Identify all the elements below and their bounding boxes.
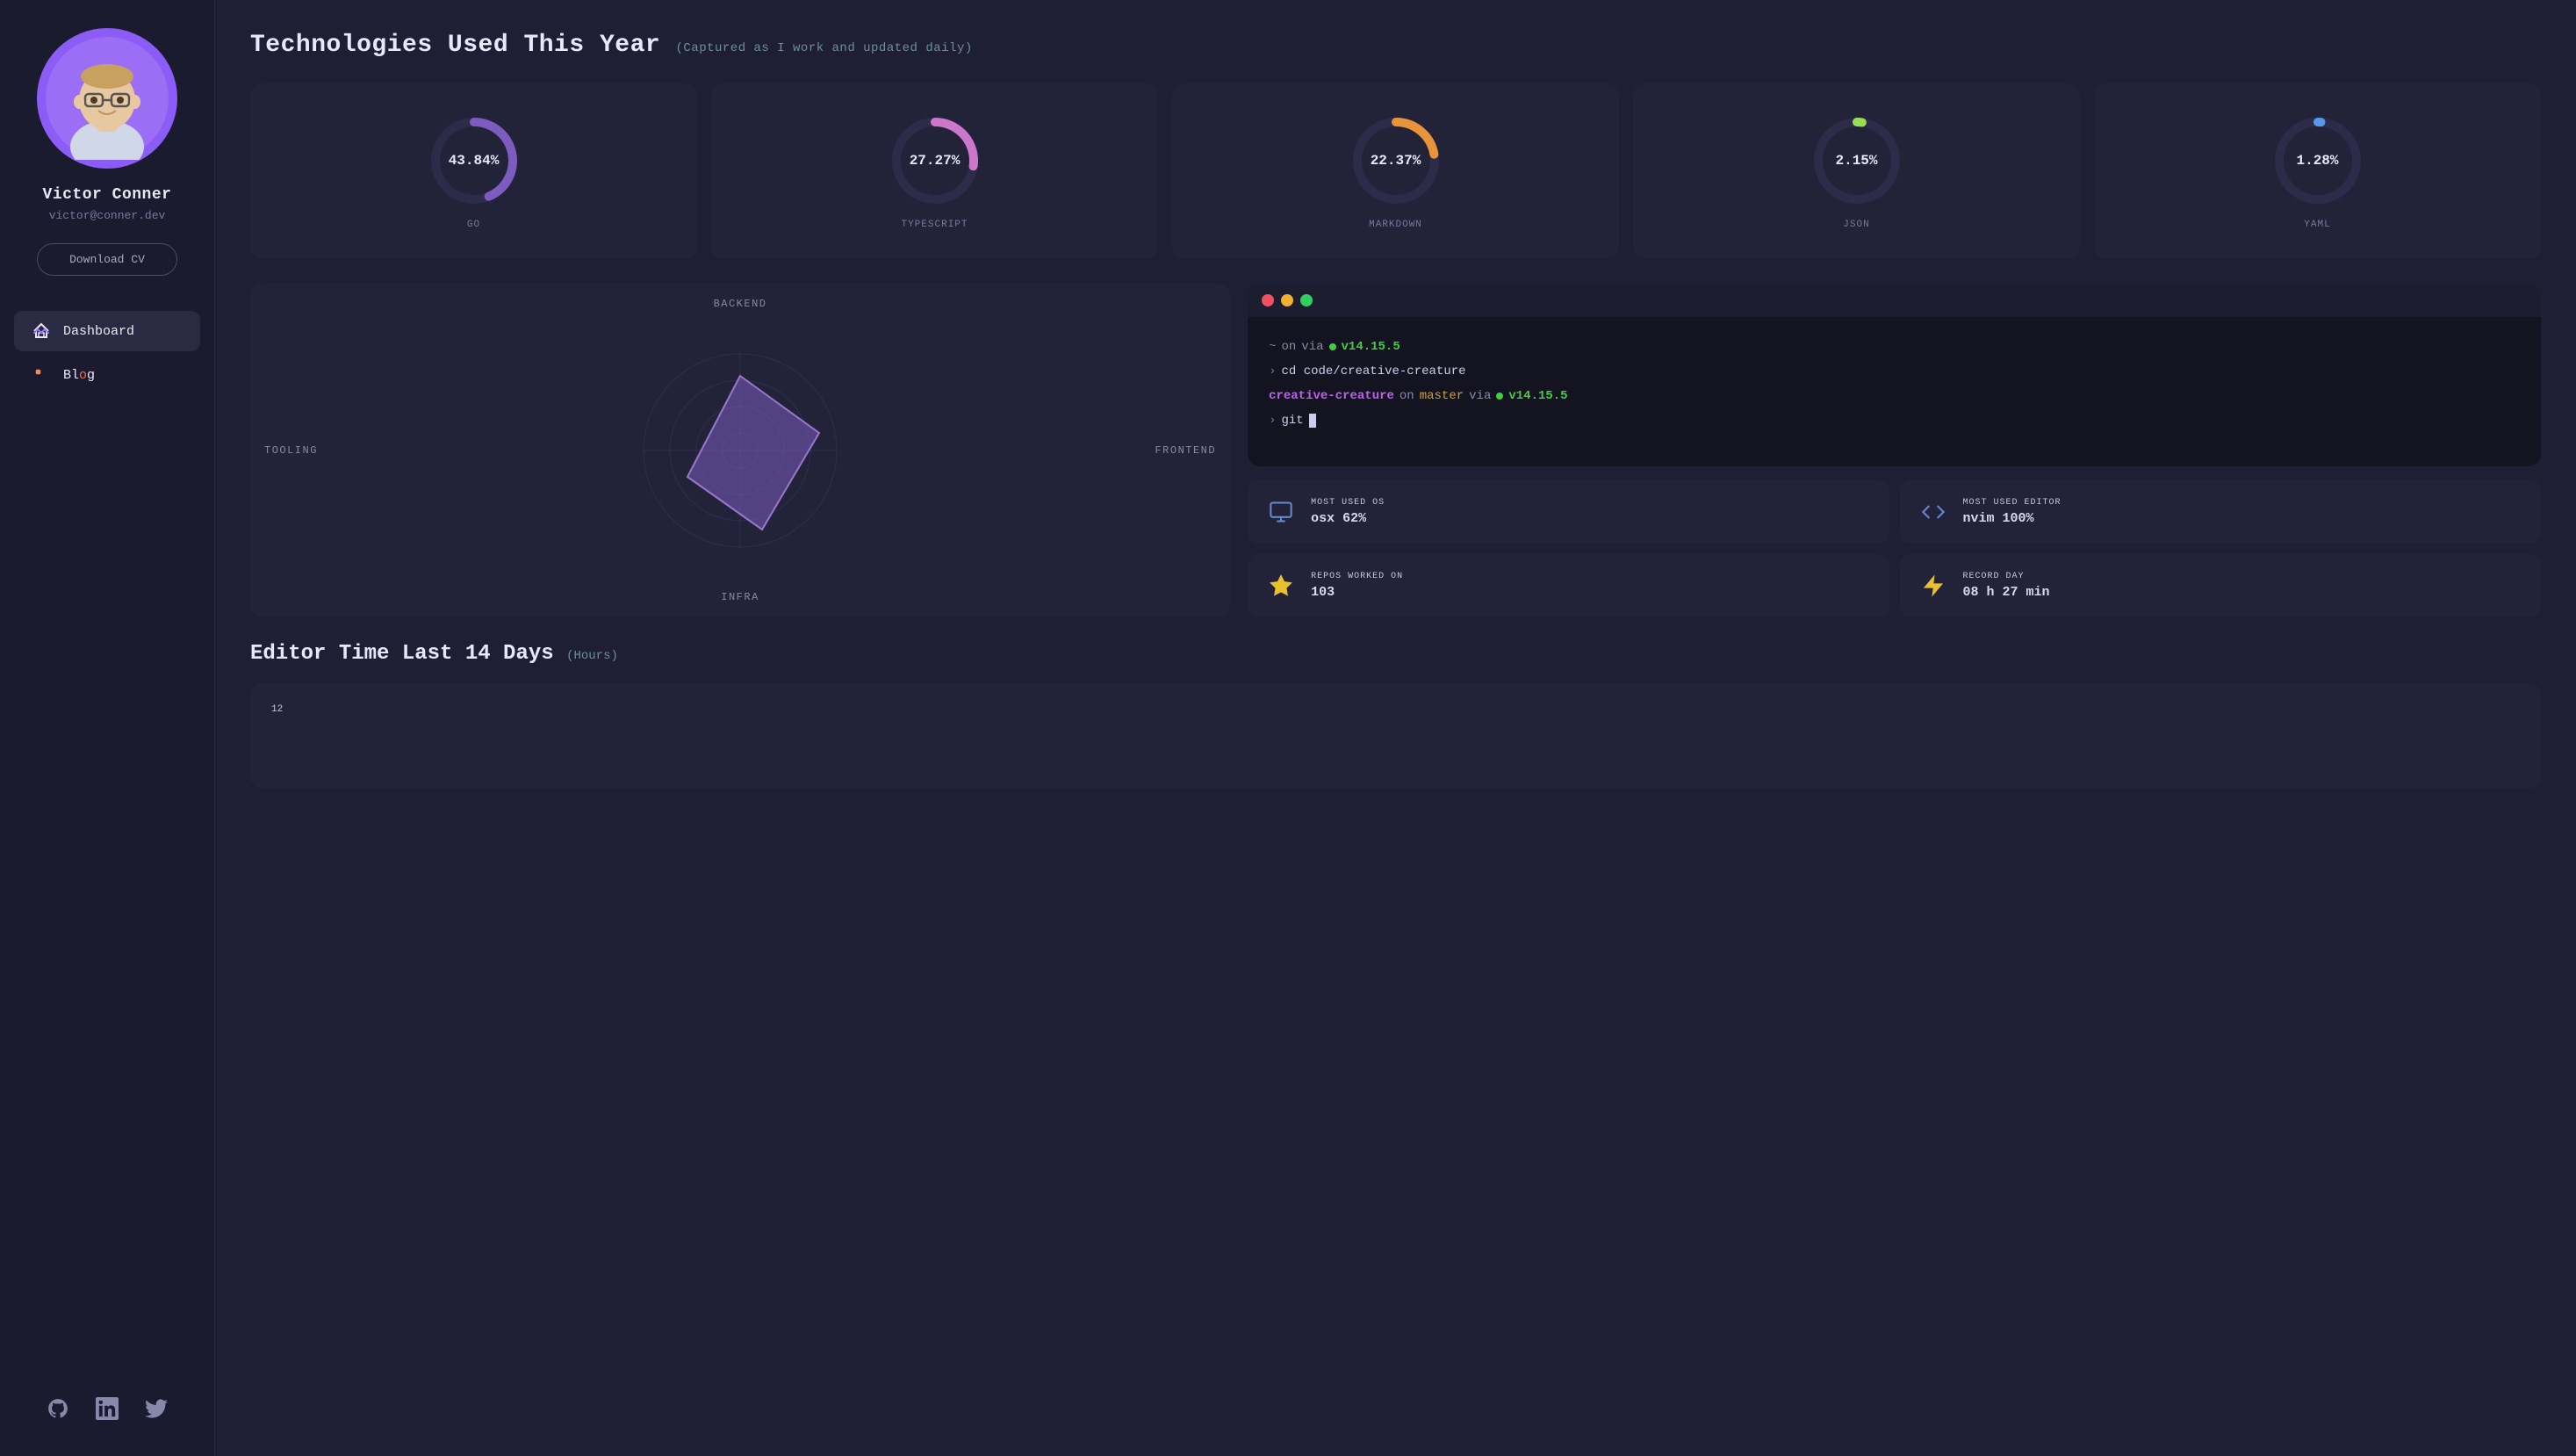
stat-cards-grid: MOST USED OS osx 62% MOST USED EDITOR xyxy=(1248,480,2541,617)
monitor-icon xyxy=(1265,496,1297,528)
editor-chart-area: 12 xyxy=(250,683,2541,789)
editor-section-title: Editor Time Last 14 Days (Hours) xyxy=(250,642,2541,666)
user-name: Victor Conner xyxy=(43,186,172,204)
donut-yaml: 1.28% xyxy=(2270,112,2366,209)
editor-section: Editor Time Last 14 Days (Hours) 12 xyxy=(250,642,2541,789)
sidebar-item-dashboard[interactable]: Dashboard xyxy=(14,311,200,351)
lightning-icon xyxy=(1918,570,1949,602)
github-link[interactable] xyxy=(46,1396,70,1421)
blog-icon xyxy=(32,365,51,385)
stat-card-editor: MOST USED EDITOR nvim 100% xyxy=(1900,480,2541,544)
sidebar-item-blog[interactable]: Blog xyxy=(14,355,200,395)
terminal-maximize-button[interactable] xyxy=(1300,294,1313,306)
terminal-line-1: ~ on via v14.15.5 xyxy=(1269,335,2520,359)
tech-card-go: 43.84% GO xyxy=(250,83,697,259)
download-cv-button[interactable]: Download CV xyxy=(37,243,177,276)
code-icon xyxy=(1918,496,1949,528)
sidebar: Victor Conner victor@conner.dev Download… xyxy=(0,0,215,1456)
radar-svg xyxy=(617,328,863,573)
sidebar-item-dashboard-label: Dashboard xyxy=(63,324,134,339)
linkedin-link[interactable] xyxy=(95,1396,119,1421)
social-links xyxy=(32,1382,183,1435)
terminal-close-button[interactable] xyxy=(1262,294,1274,306)
terminal: ~ on via v14.15.5 › cd code/creative-cre… xyxy=(1248,284,2541,466)
node-dot-icon xyxy=(1329,343,1336,350)
terminal-and-stats: ~ on via v14.15.5 › cd code/creative-cre… xyxy=(1248,284,2541,617)
bottom-section: BACKEND FRONTEND INFRA TOOLING xyxy=(250,284,2541,617)
node-dot-icon-2 xyxy=(1496,393,1503,400)
terminal-titlebar xyxy=(1248,284,2541,317)
star-icon xyxy=(1265,570,1297,602)
nav-items: Dashboard Blog xyxy=(0,311,214,395)
radar-chart-card: BACKEND FRONTEND INFRA TOOLING xyxy=(250,284,1230,617)
donut-markdown: 22.37% xyxy=(1348,112,1444,209)
terminal-line-2: › cd code/creative-creature xyxy=(1269,359,2520,384)
tech-card-yaml: 1.28% YAML xyxy=(2094,83,2541,259)
donut-typescript: 27.27% xyxy=(887,112,983,209)
main-content: Technologies Used This Year (Captured as… xyxy=(215,0,2576,1456)
avatar xyxy=(37,28,177,169)
twitter-link[interactable] xyxy=(144,1396,169,1421)
terminal-body: ~ on via v14.15.5 › cd code/creative-cre… xyxy=(1248,317,2541,450)
tech-cards-row: 43.84% GO 27.27% TYPESCRIPT xyxy=(250,83,2541,259)
stat-card-record: RECORD DAY 08 h 27 min xyxy=(1900,554,2541,617)
user-email: victor@conner.dev xyxy=(49,209,166,222)
dashboard-icon xyxy=(32,321,51,341)
donut-go: 43.84% xyxy=(426,112,522,209)
radar-label-infra: INFRA xyxy=(721,591,759,603)
stat-card-os: MOST USED OS osx 62% xyxy=(1248,480,1889,544)
radar-label-backend: BACKEND xyxy=(714,298,767,310)
tech-card-typescript: 27.27% TYPESCRIPT xyxy=(711,83,1158,259)
donut-json: 2.15% xyxy=(1809,112,1905,209)
tech-section-title: Technologies Used This Year (Captured as… xyxy=(250,32,2541,59)
terminal-line-3: creative-creature on master via v14.15.5 xyxy=(1269,384,2520,408)
radar-label-frontend: FRONTEND xyxy=(1155,444,1216,457)
sidebar-item-blog-label: Blog xyxy=(63,368,95,383)
tech-card-markdown: 22.37% MARKDOWN xyxy=(1172,83,1619,259)
terminal-cursor xyxy=(1309,414,1316,428)
tech-card-json: 2.15% JSON xyxy=(1633,83,2080,259)
stat-card-repos: REPOS WORKED ON 103 xyxy=(1248,554,1889,617)
radar-label-tooling: TOOLING xyxy=(264,444,318,457)
terminal-line-4: › git xyxy=(1269,408,2520,433)
terminal-minimize-button[interactable] xyxy=(1281,294,1293,306)
